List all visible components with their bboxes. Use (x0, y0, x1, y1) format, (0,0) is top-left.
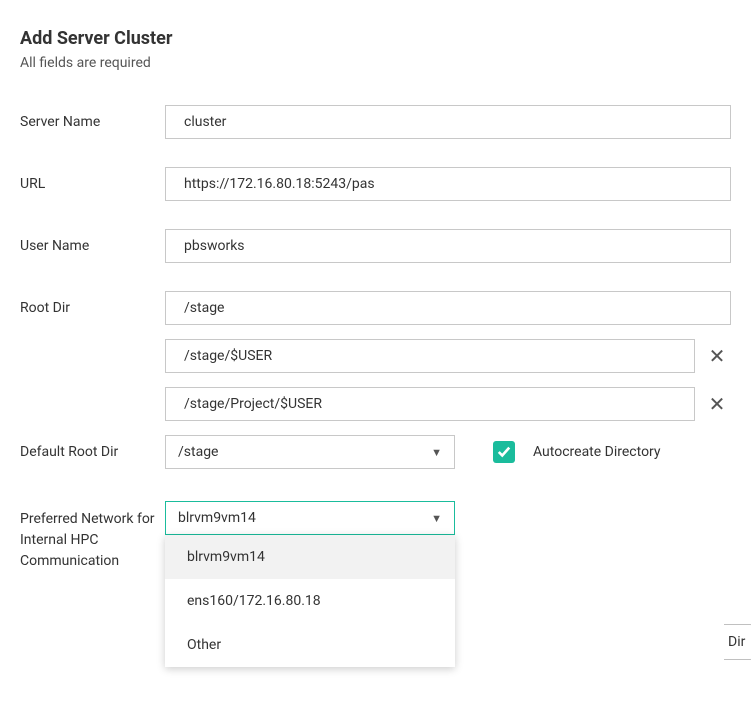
preferred-network-dropdown: blrvm9vm14 ens160/172.16.80.18 Other (165, 535, 455, 667)
root-dir-input[interactable] (165, 291, 731, 325)
row-preferred-network: Preferred Network for Internal HPC Commu… (20, 501, 731, 589)
label-default-root-dir: Default Root Dir (20, 444, 165, 460)
label-user-name: User Name (20, 238, 165, 254)
preferred-network-select[interactable]: blrvm9vm14 ▼ (165, 501, 455, 535)
close-icon[interactable]: ✕ (703, 392, 731, 416)
label-url: URL (20, 176, 165, 192)
extra-dir-row-1: ✕ (165, 339, 731, 373)
user-name-input[interactable] (165, 229, 731, 263)
label-server-name: Server Name (20, 114, 165, 130)
default-root-dir-value: /stage (178, 444, 218, 460)
page-title: Add Server Cluster (20, 28, 731, 49)
row-user-name: User Name (20, 229, 731, 263)
extra-dir-row-2: ✕ (165, 387, 731, 421)
extra-dir-input[interactable] (165, 339, 695, 373)
row-url: URL (20, 167, 731, 201)
dropdown-item[interactable]: Other (165, 623, 455, 667)
dropdown-item[interactable]: blrvm9vm14 (165, 535, 455, 579)
chevron-down-icon: ▼ (431, 446, 442, 459)
label-root-dir: Root Dir (20, 300, 165, 316)
page-subtitle: All fields are required (20, 55, 731, 71)
extra-dir-input[interactable] (165, 387, 695, 421)
server-name-input[interactable] (165, 105, 731, 139)
row-default-root-dir: Default Root Dir /stage ▼ Autocreate Dir… (20, 435, 731, 469)
row-server-name: Server Name (20, 105, 731, 139)
check-icon (497, 445, 511, 459)
close-icon[interactable]: ✕ (703, 344, 731, 368)
url-input[interactable] (165, 167, 731, 201)
dir-button-partial[interactable]: Dir (724, 624, 751, 660)
default-root-dir-select[interactable]: /stage ▼ (165, 435, 455, 469)
chevron-down-icon: ▼ (431, 512, 442, 525)
label-preferred-network: Preferred Network for Internal HPC Commu… (20, 501, 165, 572)
row-root-dir: Root Dir (20, 291, 731, 325)
autocreate-checkbox[interactable] (493, 441, 515, 463)
autocreate-label: Autocreate Directory (533, 444, 661, 460)
dropdown-item[interactable]: ens160/172.16.80.18 (165, 579, 455, 623)
preferred-network-value: blrvm9vm14 (178, 510, 256, 526)
